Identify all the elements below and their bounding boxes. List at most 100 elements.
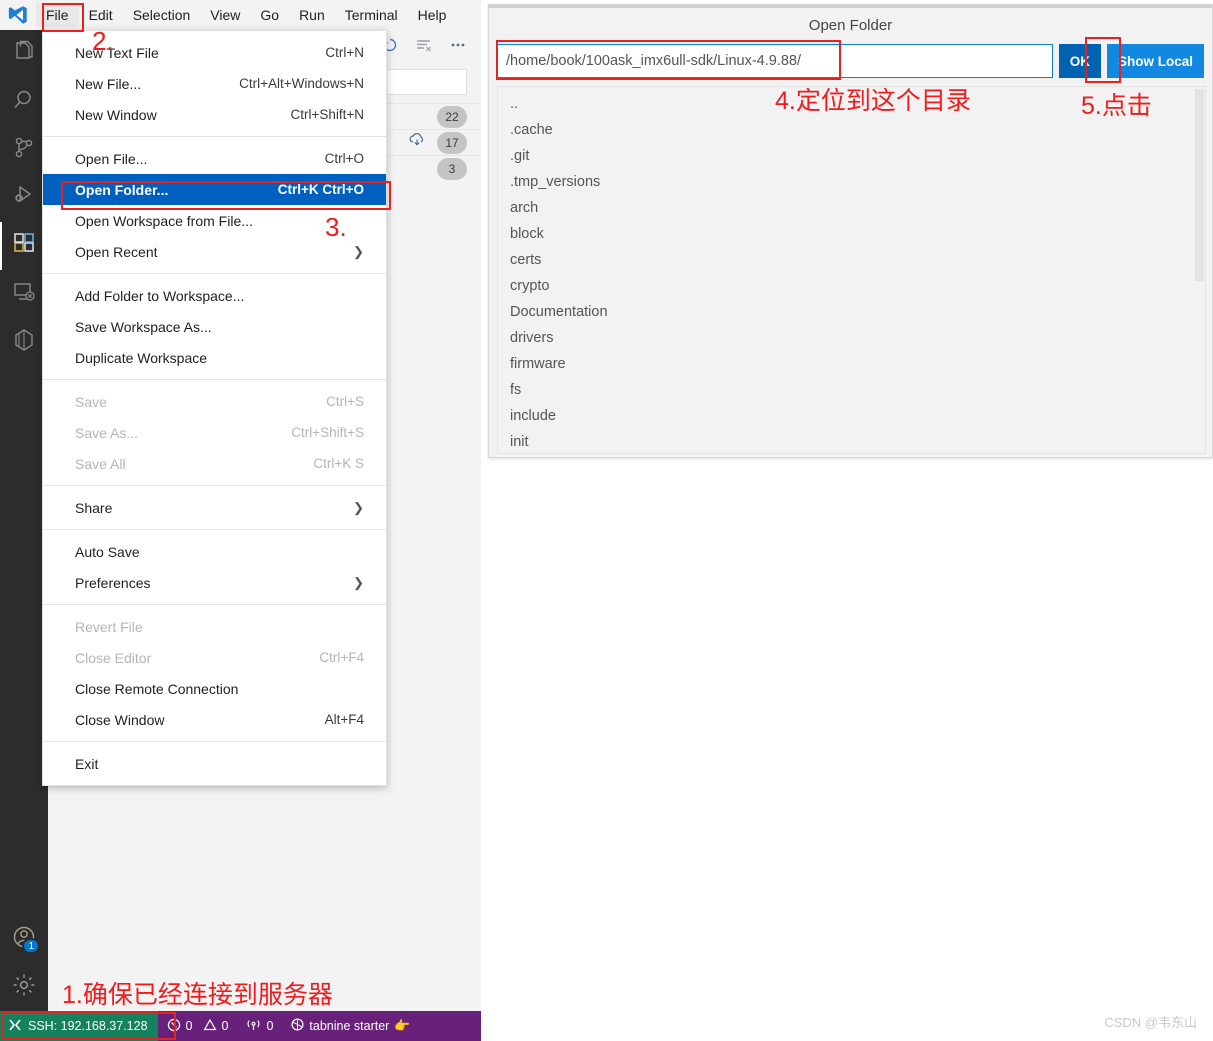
menu-item-save-workspace-as[interactable]: Save Workspace As... — [43, 311, 386, 342]
menu-terminal[interactable]: Terminal — [335, 3, 408, 27]
menu-item-duplicate-workspace[interactable]: Duplicate Workspace — [43, 342, 386, 373]
watermark: CSDN @韦东山 — [1104, 1015, 1197, 1030]
menu-item-shortcut: Ctrl+F4 — [319, 650, 364, 665]
chevron-right-icon: ❯ — [353, 243, 364, 259]
menu-item-add-folder-to-workspace[interactable]: Add Folder to Workspace... — [43, 280, 386, 311]
status-problems[interactable]: 0 0 — [158, 1011, 238, 1041]
status-remote-label: SSH: 192.168.37.128 — [28, 1019, 148, 1033]
activity-bar: 1 — [0, 30, 48, 1041]
menu-item-close-remote-connection[interactable]: Close Remote Connection — [43, 673, 386, 704]
annotation-step4: 4.定位到这个目录 — [775, 87, 971, 115]
menu-item-label: Add Folder to Workspace... — [75, 287, 245, 304]
chevron-right-icon: ❯ — [353, 574, 364, 590]
menu-item-auto-save[interactable]: Auto Save — [43, 536, 386, 567]
menu-item-new-window[interactable]: New Window Ctrl+Shift+N — [43, 99, 386, 130]
list-item[interactable]: arch — [498, 195, 1205, 221]
menu-item-save-all: Save All Ctrl+K S — [43, 448, 386, 479]
menu-item-shortcut: Ctrl+O — [324, 151, 364, 166]
activitybar-item-run-and-debug[interactable] — [0, 174, 48, 222]
menu-item-shortcut: Ctrl+N — [325, 45, 364, 60]
menu-separator — [43, 273, 386, 274]
search-icon — [11, 87, 37, 118]
menu-separator — [43, 741, 386, 742]
list-item[interactable]: .git — [498, 143, 1205, 169]
menu-item-open-file[interactable]: Open File... Ctrl+O — [43, 143, 386, 174]
dialog-scrollbar[interactable] — [1194, 87, 1205, 453]
list-item[interactable]: block — [498, 221, 1205, 247]
list-item[interactable]: .tmp_versions — [498, 169, 1205, 195]
menu-run[interactable]: Run — [289, 3, 335, 27]
error-icon — [167, 1018, 181, 1035]
menu-item-shortcut: Ctrl+Shift+S — [291, 425, 364, 440]
show-local-button[interactable]: Show Local — [1106, 44, 1204, 78]
dialog-scrollbar-thumb[interactable] — [1195, 89, 1204, 281]
list-item[interactable]: Documentation — [498, 299, 1205, 325]
list-item[interactable]: certs — [498, 247, 1205, 273]
ok-button[interactable]: OK — [1058, 44, 1101, 78]
menu-file[interactable]: File — [36, 3, 79, 27]
activitybar-item-manage[interactable] — [0, 963, 48, 1011]
menu-item-label: Close Window — [75, 711, 165, 728]
file-menu-dropdown[interactable]: New Text File Ctrl+N New File... Ctrl+Al… — [42, 30, 387, 786]
run-debug-icon — [11, 183, 37, 214]
screenshot-root: 22 17 3 File Edit Selection View Go Run … — [0, 0, 1213, 1041]
menu-item-shortcut: Ctrl+K Ctrl+O — [277, 182, 364, 197]
discard-all-changes-icon[interactable] — [415, 36, 433, 59]
list-item[interactable]: include — [498, 403, 1205, 429]
tabnine-icon — [291, 1018, 304, 1034]
menu-go[interactable]: Go — [250, 3, 289, 27]
cloud-download-icon[interactable] — [407, 130, 427, 155]
menu-item-new-file[interactable]: New File... Ctrl+Alt+Windows+N — [43, 68, 386, 99]
activitybar-item-docker[interactable] — [0, 318, 48, 366]
menu-item-shortcut: Ctrl+K S — [313, 456, 364, 471]
menu-item-label: Exit — [75, 755, 99, 772]
menu-item-label: Save — [75, 393, 107, 410]
list-item[interactable]: crypto — [498, 273, 1205, 299]
menu-item-label: New Window — [75, 106, 157, 123]
menu-item-shortcut: Alt+F4 — [324, 712, 364, 727]
list-item[interactable]: fs — [498, 377, 1205, 403]
annotation-step5: 5.点击 — [1081, 92, 1152, 120]
menu-selection[interactable]: Selection — [123, 3, 201, 27]
activitybar-item-extensions[interactable] — [0, 222, 48, 270]
status-bar: SSH: 192.168.37.128 0 0 0 tabnine starte… — [0, 1011, 481, 1041]
docker-icon — [11, 327, 37, 358]
menu-item-revert-file: Revert File — [43, 611, 386, 642]
list-item[interactable]: drivers — [498, 325, 1205, 351]
list-item[interactable]: firmware — [498, 351, 1205, 377]
menu-item-exit[interactable]: Exit — [43, 748, 386, 779]
menu-item-open-folder[interactable]: Open Folder... Ctrl+K Ctrl+O — [43, 174, 386, 205]
vscode-logo-icon — [0, 0, 36, 30]
menu-item-preferences[interactable]: Preferences ❯ — [43, 567, 386, 598]
folder-path-input[interactable]: /home/book/100ask_imx6ull-sdk/Linux-4.9.… — [497, 44, 1053, 78]
activitybar-item-explorer[interactable] — [0, 30, 48, 78]
menu-item-close-editor: Close Editor Ctrl+F4 — [43, 642, 386, 673]
activitybar-item-accounts[interactable]: 1 — [0, 915, 48, 963]
scm-count-badge: 3 — [437, 157, 467, 180]
activitybar-item-source-control[interactable] — [0, 126, 48, 174]
gear-icon — [11, 972, 37, 1003]
menu-item-label: Duplicate Workspace — [75, 349, 208, 366]
menu-separator — [43, 485, 386, 486]
status-tabnine[interactable]: tabnine starter 👉 — [282, 1011, 419, 1041]
scm-count-badge: 17 — [437, 131, 467, 154]
dialog-title: Open Folder — [489, 5, 1212, 42]
menu-item-share[interactable]: Share ❯ — [43, 492, 386, 523]
status-remote-indicator[interactable]: SSH: 192.168.37.128 — [0, 1011, 158, 1041]
menu-help[interactable]: Help — [408, 3, 457, 27]
menu-item-label: Save All — [75, 455, 126, 472]
list-item[interactable]: init — [498, 429, 1205, 453]
menu-item-label: Close Editor — [75, 649, 152, 666]
activitybar-item-remote-explorer[interactable] — [0, 270, 48, 318]
menu-view[interactable]: View — [200, 3, 250, 27]
source-control-icon — [11, 135, 37, 166]
status-ports[interactable]: 0 — [237, 1011, 282, 1041]
folder-entry-list[interactable]: .. .cache .git .tmp_versions arch block … — [497, 86, 1206, 454]
more-actions-icon[interactable] — [449, 36, 467, 59]
menu-item-shortcut: Ctrl+Alt+Windows+N — [239, 76, 364, 91]
menu-item-label: Open Recent — [75, 243, 158, 260]
activitybar-item-search[interactable] — [0, 78, 48, 126]
menu-item-label: Open File... — [75, 150, 148, 167]
menu-item-close-window[interactable]: Close Window Alt+F4 — [43, 704, 386, 735]
menu-edit[interactable]: Edit — [79, 3, 123, 27]
